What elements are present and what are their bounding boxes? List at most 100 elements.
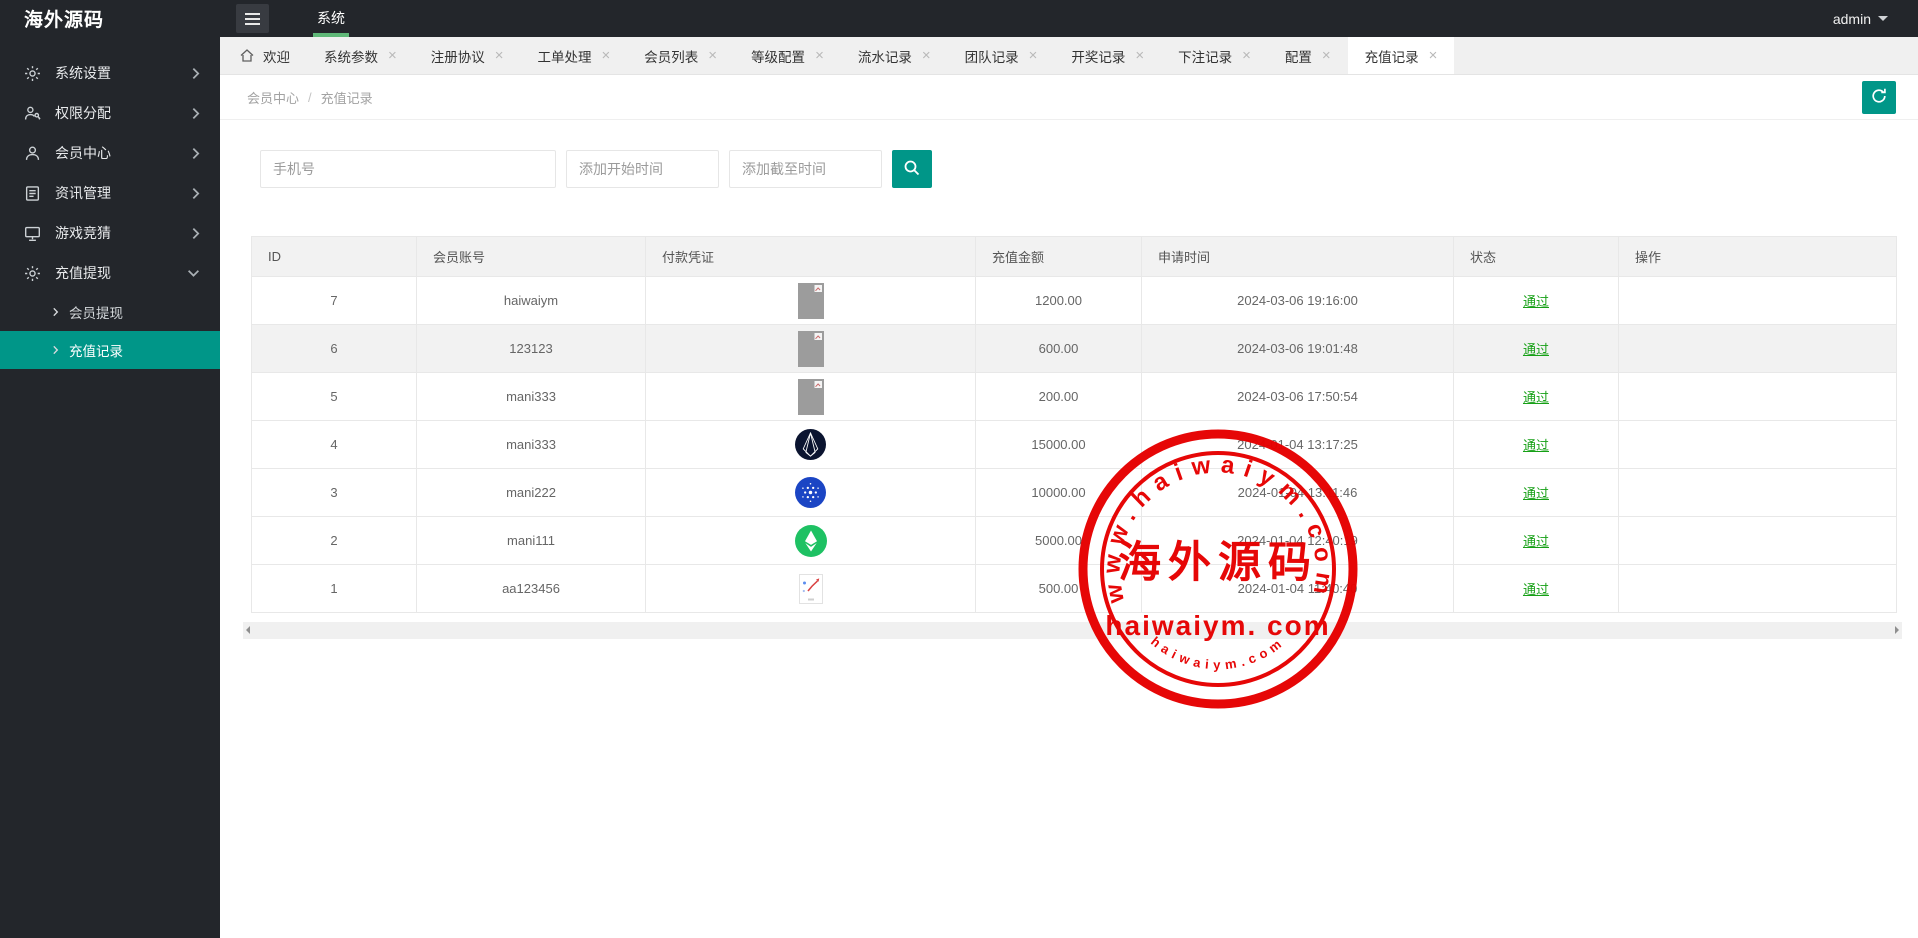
cell-actions bbox=[1619, 373, 1897, 421]
close-icon[interactable]: × bbox=[708, 48, 717, 63]
cell-voucher bbox=[646, 517, 976, 565]
tab-item[interactable]: 团队记录× bbox=[948, 37, 1055, 74]
tab-label: 开奖记录 bbox=[1071, 46, 1125, 66]
tab-item[interactable]: 注册协议× bbox=[414, 37, 521, 74]
user-menu[interactable]: admin bbox=[1833, 11, 1888, 27]
hamburger-icon bbox=[245, 13, 260, 15]
sidebar-subitem[interactable]: 充值记录 bbox=[0, 331, 220, 369]
sidebar-item-label: 系统设置 bbox=[55, 63, 111, 83]
cell-time: 2024-01-04 12:40:19 bbox=[1142, 517, 1454, 565]
gear-icon bbox=[24, 265, 42, 282]
cell-id: 4 bbox=[252, 421, 417, 469]
column-header: ID bbox=[252, 237, 417, 277]
close-icon[interactable]: × bbox=[495, 48, 504, 63]
column-header: 充值金额 bbox=[976, 237, 1142, 277]
status-pass-link[interactable]: 通过 bbox=[1523, 390, 1549, 405]
close-icon[interactable]: × bbox=[1429, 48, 1438, 63]
cell-status: 通过 bbox=[1454, 469, 1619, 517]
cell-status: 通过 bbox=[1454, 325, 1619, 373]
cell-actions bbox=[1619, 469, 1897, 517]
sidebar-item[interactable]: 会员中心 bbox=[0, 133, 220, 173]
cell-status: 通过 bbox=[1454, 373, 1619, 421]
tab-item[interactable]: 系统参数× bbox=[307, 37, 414, 74]
tab-item[interactable]: 欢迎 bbox=[222, 37, 307, 74]
scroll-left-icon[interactable] bbox=[246, 626, 250, 634]
breadcrumb-current: 充值记录 bbox=[321, 88, 373, 107]
app-logo: 海外源码 bbox=[0, 5, 220, 32]
cell-time: 2024-01-04 13:17:25 bbox=[1142, 421, 1454, 469]
status-pass-link[interactable]: 通过 bbox=[1523, 438, 1549, 453]
phone-input[interactable] bbox=[260, 150, 556, 188]
chevron-down-icon bbox=[187, 269, 200, 278]
gear-icon bbox=[24, 65, 42, 82]
close-icon[interactable]: × bbox=[1242, 48, 1251, 63]
cell-amount: 1200.00 bbox=[976, 277, 1142, 325]
status-pass-link[interactable]: 通过 bbox=[1523, 342, 1549, 357]
user-icon bbox=[24, 145, 42, 162]
photo-thumb[interactable] bbox=[798, 283, 824, 319]
cell-voucher bbox=[646, 469, 976, 517]
status-pass-link[interactable]: 通过 bbox=[1523, 486, 1549, 501]
cell-id: 6 bbox=[252, 325, 417, 373]
cell-account: 123123 bbox=[417, 325, 646, 373]
cell-amount: 10000.00 bbox=[976, 469, 1142, 517]
photo-thumb[interactable] bbox=[798, 331, 824, 367]
filter-row bbox=[260, 150, 1888, 188]
close-icon[interactable]: × bbox=[388, 48, 397, 63]
close-icon[interactable]: × bbox=[1322, 48, 1331, 63]
tab-item[interactable]: 下注记录 × bbox=[1161, 37, 1268, 74]
close-icon[interactable]: × bbox=[1029, 48, 1038, 63]
close-icon[interactable]: × bbox=[602, 48, 611, 63]
cell-account: aa123456 bbox=[417, 565, 646, 613]
cell-account: mani111 bbox=[417, 517, 646, 565]
end-time-input[interactable] bbox=[729, 150, 882, 188]
scroll-right-icon[interactable] bbox=[1895, 626, 1899, 634]
tab-item[interactable]: 配置 × bbox=[1268, 37, 1348, 74]
tab-item[interactable]: 开奖记录 × bbox=[1054, 37, 1161, 74]
tab-item[interactable]: 流水记录× bbox=[841, 37, 948, 74]
close-icon[interactable]: × bbox=[922, 48, 931, 63]
cell-id: 1 bbox=[252, 565, 417, 613]
sidebar-item[interactable]: 权限分配 bbox=[0, 93, 220, 133]
cell-amount: 500.00 bbox=[976, 565, 1142, 613]
search-button[interactable] bbox=[892, 150, 932, 188]
main-panel: 欢迎系统参数×注册协议×工单处理×会员列表×等级配置×流水记录×团队记录×开奖记… bbox=[220, 37, 1918, 938]
sidebar-item[interactable]: 系统设置 bbox=[0, 53, 220, 93]
sidebar-item[interactable]: 资讯管理 bbox=[0, 173, 220, 213]
ethereum-icon[interactable] bbox=[795, 525, 827, 557]
tab-item[interactable]: 等级配置× bbox=[734, 37, 841, 74]
doc-icon bbox=[24, 185, 42, 202]
tab-label: 下注记录 bbox=[1178, 46, 1232, 66]
tab-active[interactable]: 充值记录× bbox=[1348, 37, 1455, 74]
eos-icon[interactable] bbox=[795, 429, 826, 460]
tab-item[interactable]: 会员列表× bbox=[627, 37, 734, 74]
photo-thumb[interactable] bbox=[798, 379, 824, 415]
tab-item[interactable]: 工单处理× bbox=[521, 37, 628, 74]
breadcrumb-parent[interactable]: 会员中心 bbox=[247, 88, 299, 107]
refresh-button[interactable] bbox=[1862, 81, 1896, 114]
status-pass-link[interactable]: 通过 bbox=[1523, 534, 1549, 549]
tab-label: 配置 bbox=[1285, 46, 1312, 66]
sidebar-item[interactable]: 游戏竞猜 bbox=[0, 213, 220, 253]
sidebar-item-label: 会员中心 bbox=[55, 143, 111, 163]
status-pass-link[interactable]: 通过 bbox=[1523, 582, 1549, 597]
sidebar-item[interactable]: 充值提现 bbox=[0, 253, 220, 293]
chevron-right-icon bbox=[191, 147, 200, 160]
sidebar-subitem[interactable]: 会员提现 bbox=[0, 293, 220, 331]
close-icon[interactable]: × bbox=[815, 48, 824, 63]
breadcrumb-separator: / bbox=[308, 90, 312, 105]
topnav-system-label: 系统 bbox=[317, 10, 345, 26]
cardano-icon[interactable] bbox=[795, 477, 826, 508]
key-user-icon bbox=[24, 105, 42, 122]
broken-image-icon[interactable] bbox=[799, 574, 823, 604]
cell-id: 7 bbox=[252, 277, 417, 325]
hamburger-menu-button[interactable] bbox=[236, 4, 269, 33]
close-icon[interactable]: × bbox=[1135, 48, 1144, 63]
status-pass-link[interactable]: 通过 bbox=[1523, 294, 1549, 309]
topnav-system[interactable]: 系统 bbox=[303, 0, 359, 37]
cell-voucher bbox=[646, 373, 976, 421]
horizontal-scrollbar[interactable] bbox=[243, 622, 1902, 639]
start-time-input[interactable] bbox=[566, 150, 719, 188]
cell-time: 2024-01-04 11:40:40 bbox=[1142, 565, 1454, 613]
table-row: 2mani1115000.002024-01-04 12:40:19通过 bbox=[252, 517, 1897, 565]
